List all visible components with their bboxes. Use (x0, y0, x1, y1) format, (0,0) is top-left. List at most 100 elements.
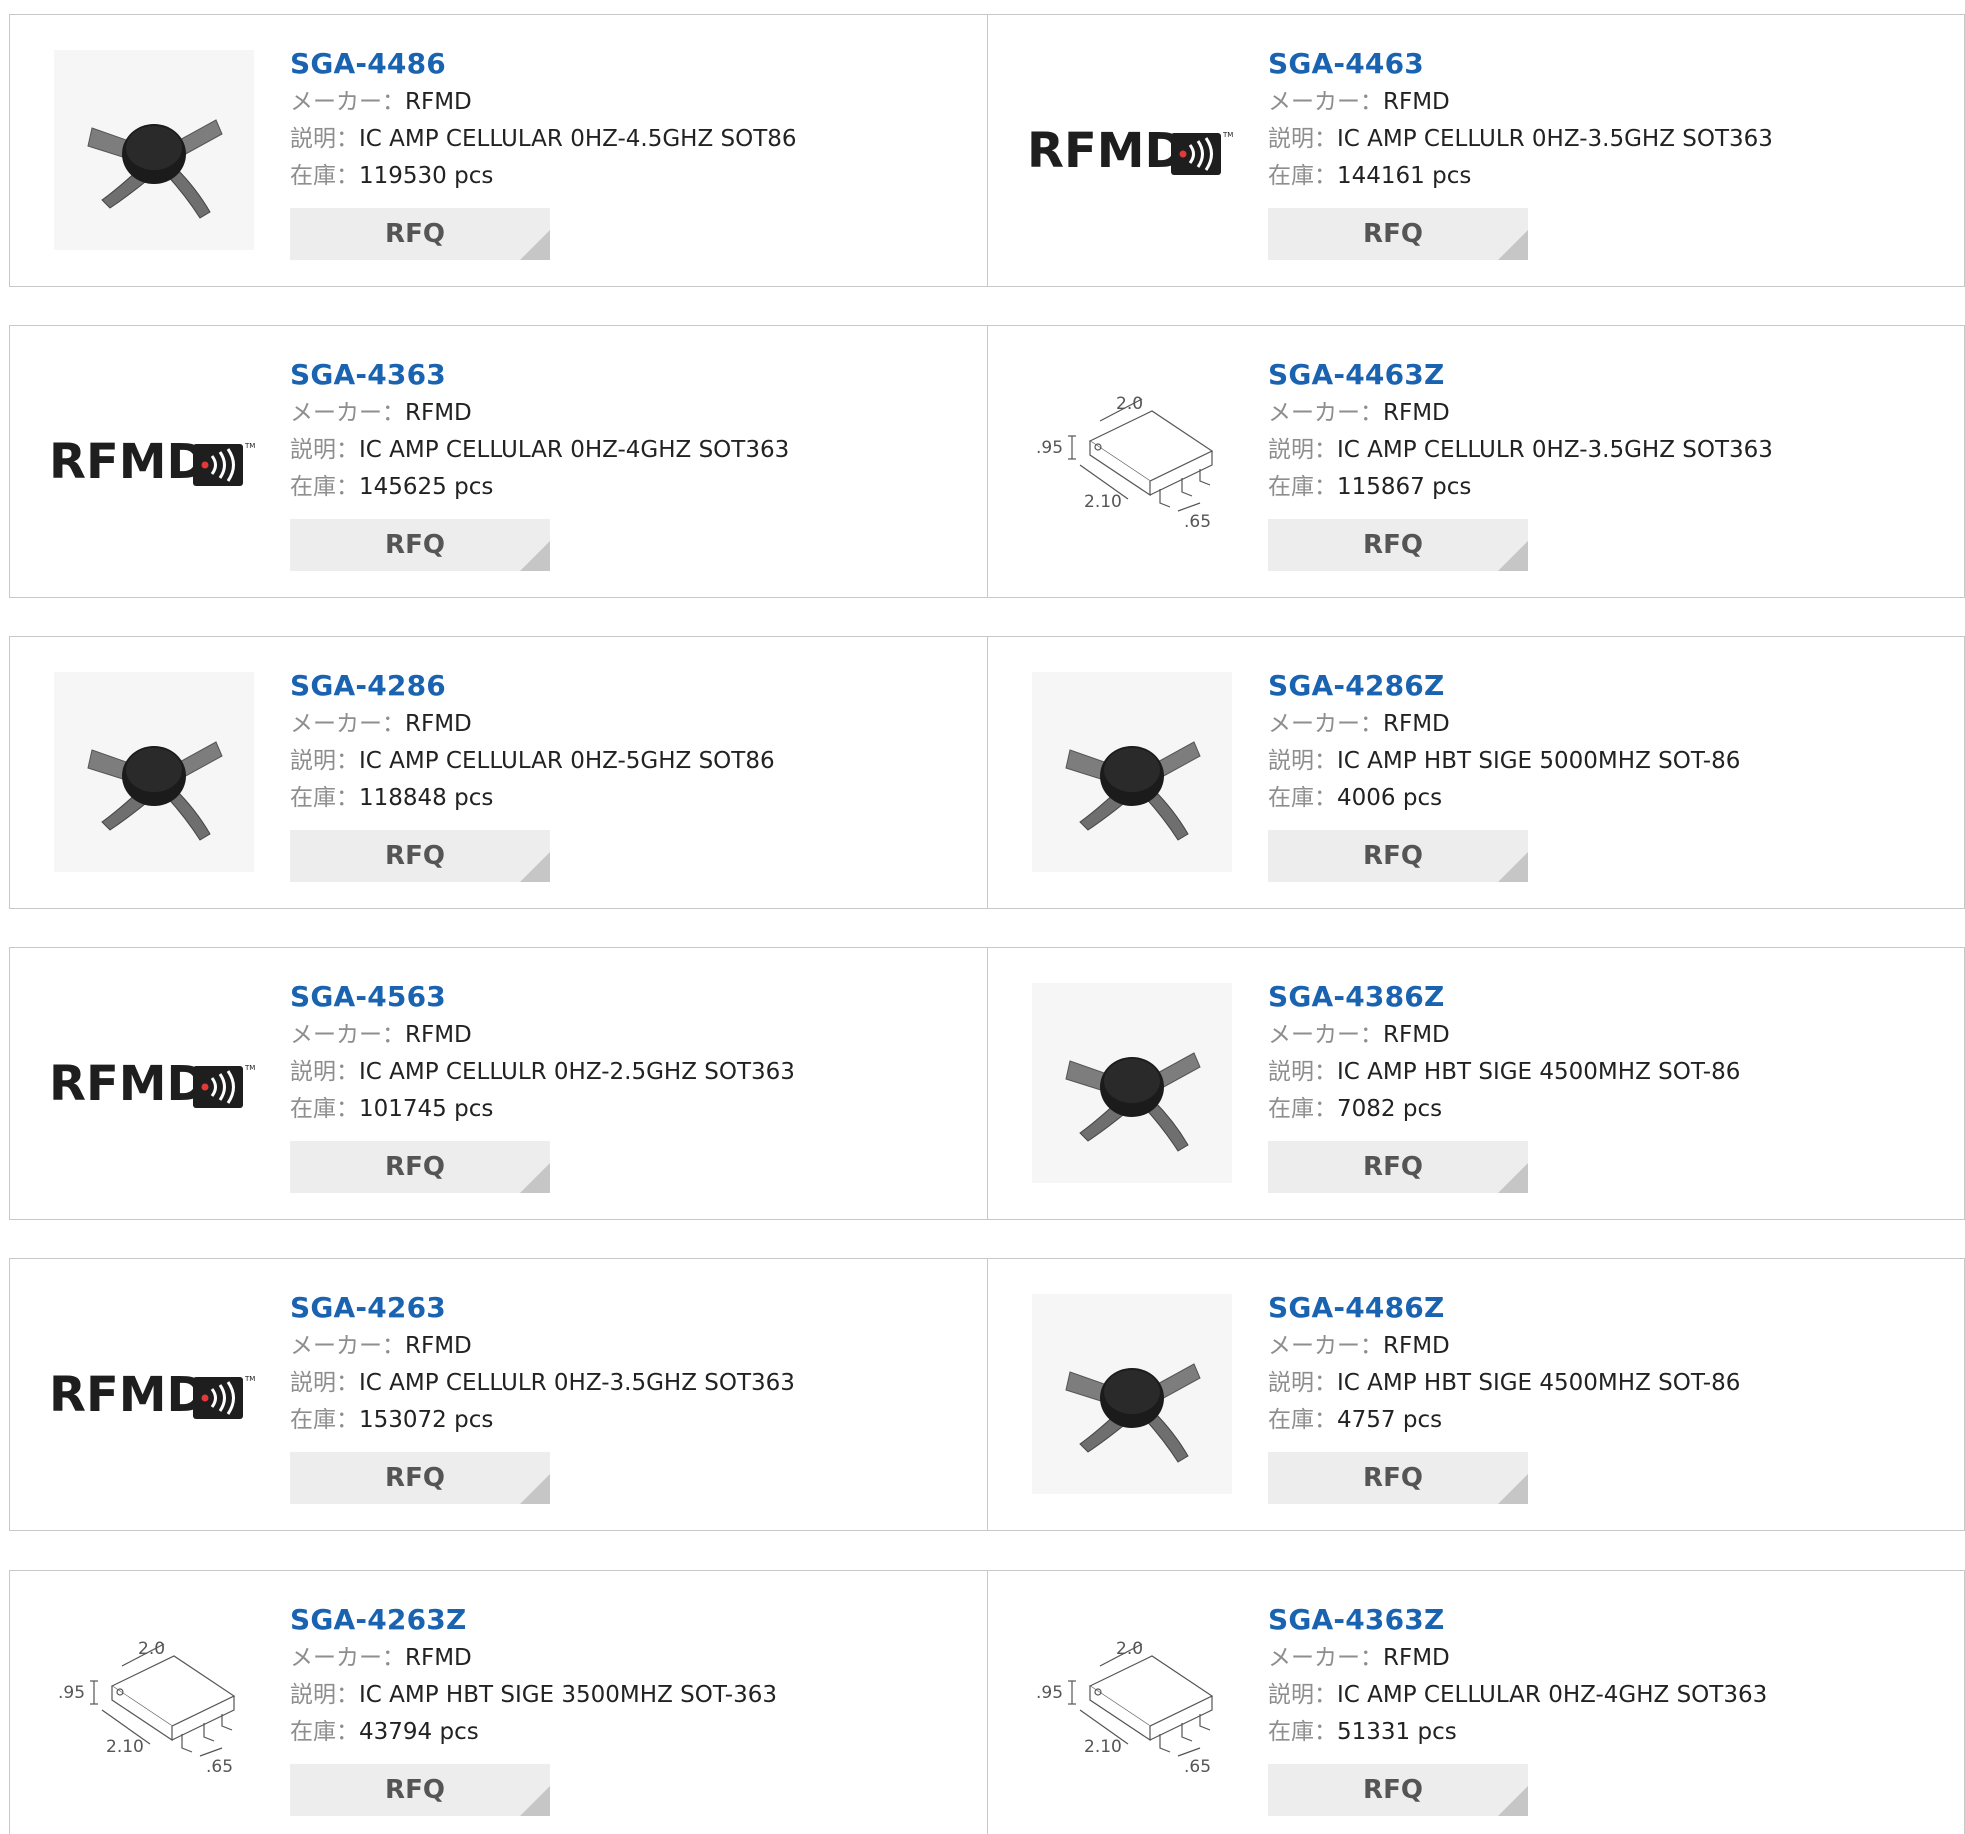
sot86-package-image[interactable] (49, 45, 259, 255)
rfq-button[interactable]: RFQ (290, 830, 550, 882)
svg-text:TM: TM (244, 442, 255, 450)
rfq-button[interactable]: RFQ (290, 1141, 550, 1193)
rfq-button[interactable]: RFQ (1268, 1141, 1528, 1193)
part-number-link[interactable]: SGA-4363Z (1268, 1600, 1767, 1640)
product-info: SGA-4563 メーカー：RFMD 説明：IC AMP CELLULR 0HZ… (290, 977, 795, 1193)
sot86-package-image[interactable] (49, 667, 259, 877)
rfmd-logo-image[interactable]: RFMD TM (49, 978, 259, 1188)
stock-line: 在庫：119530 pcs (290, 158, 797, 195)
part-number-link[interactable]: SGA-4486Z (1268, 1288, 1740, 1328)
sot363-dimension-drawing[interactable]: 2.0 .95 2.10 .65 (1027, 1601, 1237, 1811)
description-line: 説明：IC AMP HBT SIGE 4500MHZ SOT-86 (1268, 1365, 1740, 1402)
sot86-package-image[interactable] (1027, 1289, 1237, 1499)
rfq-label: RFQ (385, 1775, 445, 1805)
description-value: IC AMP CELLULAR 0HZ-4.5GHZ SOT86 (359, 126, 797, 152)
stock-value: 4757 pcs (1337, 1407, 1443, 1433)
rfq-button[interactable]: RFQ (1268, 1764, 1528, 1816)
product-card: RFMD TM SGA-4363 メーカー：RFMD 説明：IC AMP CEL… (10, 326, 987, 597)
svg-text:.95: .95 (1036, 1683, 1063, 1703)
rfq-label: RFQ (1363, 841, 1423, 871)
product-card: SGA-4386Z メーカー：RFMD 説明：IC AMP HBT SIGE 4… (987, 948, 1964, 1219)
rfq-label: RFQ (385, 841, 445, 871)
description-value: IC AMP CELLULR 0HZ-3.5GHZ SOT363 (359, 1370, 795, 1396)
description-value: IC AMP HBT SIGE 5000MHZ SOT-86 (1337, 748, 1741, 774)
maker-value: RFMD (405, 89, 472, 115)
stock-value: 145625 pcs (359, 474, 494, 500)
maker-value: RFMD (405, 400, 472, 426)
rfq-button[interactable]: RFQ (1268, 208, 1528, 260)
maker-line: メーカー：RFMD (1268, 1017, 1740, 1054)
part-number-link[interactable]: SGA-4363 (290, 355, 789, 395)
rfq-label: RFQ (385, 530, 445, 560)
part-number-link[interactable]: SGA-4286 (290, 666, 775, 706)
part-number-link[interactable]: SGA-4263 (290, 1288, 795, 1328)
stock-line: 在庫：153072 pcs (290, 1402, 795, 1439)
rfq-corner-decoration (520, 230, 550, 260)
stock-line: 在庫：4757 pcs (1268, 1402, 1740, 1439)
description-line: 説明：IC AMP CELLULR 0HZ-3.5GHZ SOT363 (1268, 121, 1773, 158)
stock-label: 在庫： (290, 1719, 359, 1745)
rfq-corner-decoration (1498, 230, 1528, 260)
rfmd-logo-image[interactable]: RFMD TM (49, 356, 259, 566)
rfq-button[interactable]: RFQ (290, 208, 550, 260)
stock-label: 在庫： (1268, 1719, 1337, 1745)
rfq-corner-decoration (520, 852, 550, 882)
svg-text:.65: .65 (1184, 512, 1211, 532)
sot363-dimension-drawing[interactable]: 2.0 .95 2.10 .65 (1027, 356, 1237, 566)
stock-value: 4006 pcs (1337, 785, 1443, 811)
sot86-package-image[interactable] (1027, 667, 1237, 877)
svg-text:TM: TM (244, 1375, 255, 1383)
stock-value: 115867 pcs (1337, 474, 1472, 500)
rfq-corner-decoration (1498, 541, 1528, 571)
maker-value: RFMD (1383, 1333, 1450, 1359)
description-label: 説明： (290, 748, 359, 774)
stock-value: 51331 pcs (1337, 1719, 1457, 1745)
description-value: IC AMP HBT SIGE 4500MHZ SOT-86 (1337, 1059, 1741, 1085)
svg-text:2.10: 2.10 (106, 1737, 144, 1757)
part-number-link[interactable]: SGA-4463 (1268, 44, 1773, 84)
part-number-link[interactable]: SGA-4286Z (1268, 666, 1740, 706)
description-label: 説明： (290, 437, 359, 463)
part-number-link[interactable]: SGA-4263Z (290, 1600, 777, 1640)
description-label: 説明： (1268, 1682, 1337, 1708)
stock-line: 在庫：115867 pcs (1268, 469, 1773, 506)
rfq-button[interactable]: RFQ (1268, 519, 1528, 571)
maker-label: メーカー： (290, 89, 405, 115)
rfmd-logo-image[interactable]: RFMD TM (1027, 45, 1237, 255)
maker-line: メーカー：RFMD (1268, 84, 1773, 121)
part-number-link[interactable]: SGA-4563 (290, 977, 795, 1017)
part-number-link[interactable]: SGA-4463Z (1268, 355, 1773, 395)
description-label: 説明： (1268, 126, 1337, 152)
description-label: 説明： (1268, 1370, 1337, 1396)
description-value: IC AMP CELLULR 0HZ-2.5GHZ SOT363 (359, 1059, 795, 1085)
sot363-dimension-drawing[interactable]: 2.0 .95 2.10 .65 (49, 1601, 259, 1811)
rfq-button[interactable]: RFQ (290, 1452, 550, 1504)
product-card: 2.0 .95 2.10 .65 SGA-4363Z メーカー：RFMD 説明：… (987, 1571, 1964, 1834)
product-row: RFMD TM SGA-4363 メーカー：RFMD 説明：IC AMP CEL… (9, 325, 1965, 598)
description-label: 説明： (290, 126, 359, 152)
stock-value: 119530 pcs (359, 163, 494, 189)
rfq-corner-decoration (1498, 1163, 1528, 1193)
rfq-button[interactable]: RFQ (1268, 1452, 1528, 1504)
stock-label: 在庫： (1268, 1096, 1337, 1122)
rfq-button[interactable]: RFQ (290, 1764, 550, 1816)
product-row: SGA-4486 メーカー：RFMD 説明：IC AMP CELLULAR 0H… (9, 14, 1965, 287)
maker-label: メーカー： (290, 711, 405, 737)
part-number-link[interactable]: SGA-4386Z (1268, 977, 1740, 1017)
sot86-package-image[interactable] (1027, 978, 1237, 1188)
rfq-button[interactable]: RFQ (290, 519, 550, 571)
rfq-corner-decoration (520, 1474, 550, 1504)
stock-line: 在庫：43794 pcs (290, 1714, 777, 1751)
maker-value: RFMD (405, 1333, 472, 1359)
part-number-link[interactable]: SGA-4486 (290, 44, 797, 84)
product-card: SGA-4486 メーカー：RFMD 説明：IC AMP CELLULAR 0H… (10, 15, 987, 286)
rfmd-logo-text: RFMD (1027, 123, 1184, 179)
description-label: 説明： (290, 1059, 359, 1085)
stock-value: 7082 pcs (1337, 1096, 1443, 1122)
rfmd-logo-image[interactable]: RFMD TM (49, 1289, 259, 1499)
stock-label: 在庫： (1268, 474, 1337, 500)
maker-line: メーカー：RFMD (1268, 395, 1773, 432)
rfq-button[interactable]: RFQ (1268, 830, 1528, 882)
stock-line: 在庫：118848 pcs (290, 780, 775, 817)
rfmd-logo-text: RFMD (49, 1056, 206, 1112)
